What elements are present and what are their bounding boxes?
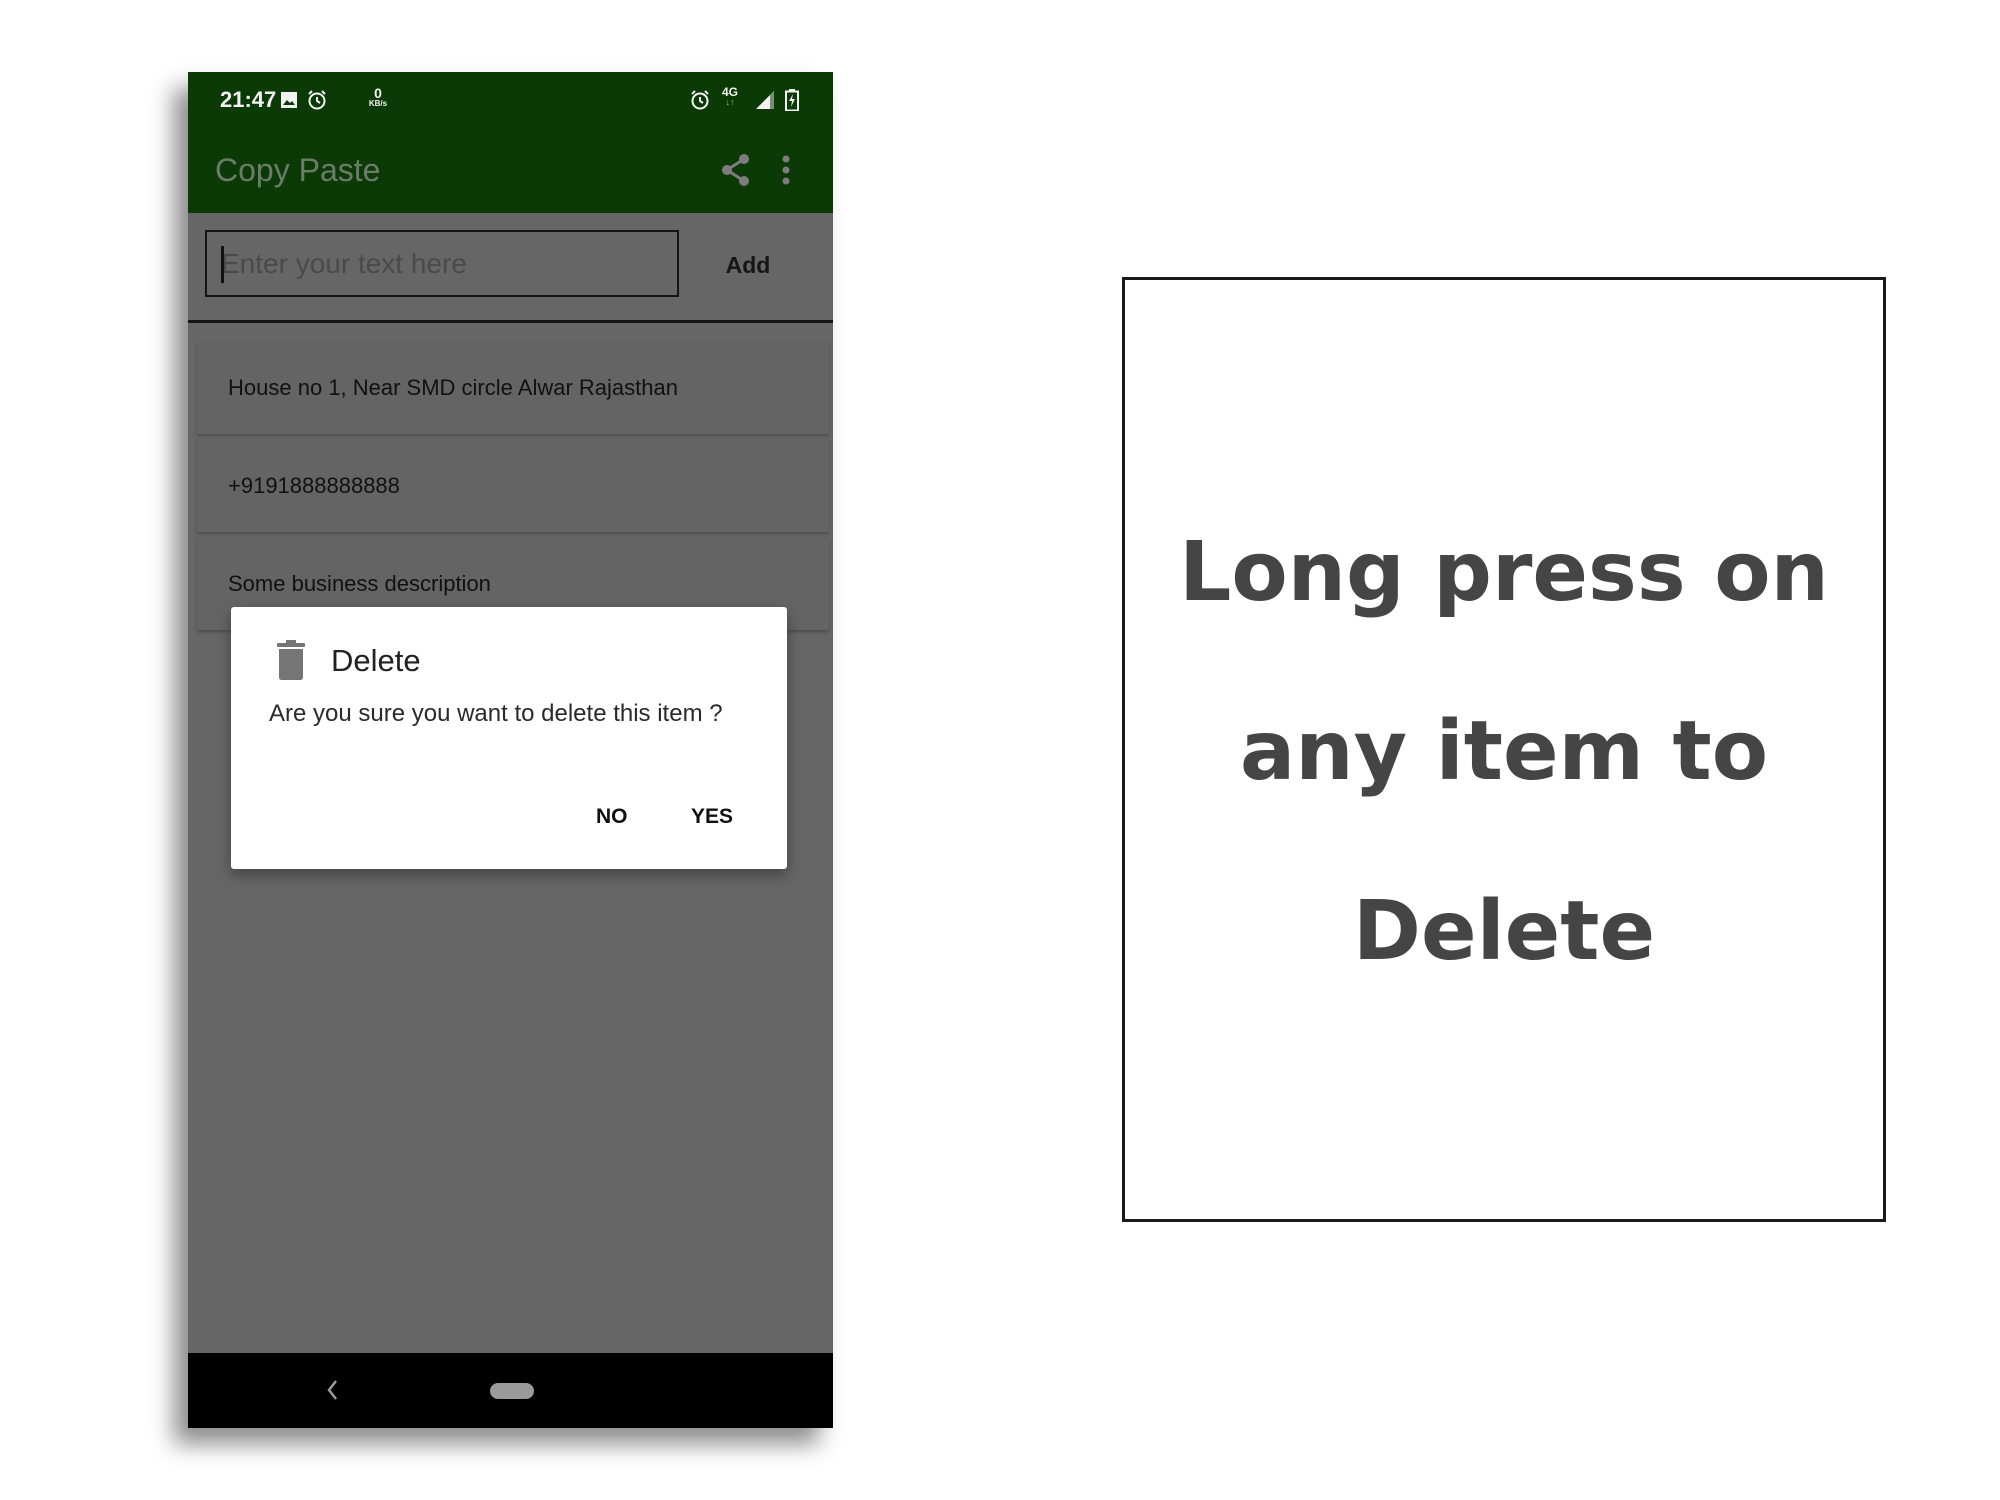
network-arrows: ↓↑ (725, 97, 735, 107)
hint-line: Delete (1352, 884, 1656, 979)
image-icon (278, 89, 300, 111)
delete-dialog: Delete Are you sure you want to delete t… (231, 607, 787, 869)
add-button[interactable]: Add (718, 245, 778, 285)
hint-line: Long press on (1179, 525, 1829, 620)
more-vert-icon[interactable] (776, 152, 796, 188)
status-time: 21:47 (220, 87, 277, 112)
battery-charging-icon (784, 89, 800, 111)
hint-line: any item to (1239, 704, 1769, 799)
share-icon[interactable] (718, 152, 754, 188)
input-row: Enter your text here Add (188, 213, 833, 323)
network-4g-icon: 4G ↓↑ (722, 86, 738, 107)
text-input-placeholder: Enter your text here (221, 247, 467, 279)
status-bar: 21:47 0 KB/s 4G ↓↑ (188, 72, 833, 128)
list-item[interactable]: +9191888888888 (197, 439, 829, 532)
signal-icon (754, 89, 776, 111)
list-item-text: House no 1, Near SMD circle Alwar Rajast… (228, 374, 678, 400)
list-item-text: Some business description (228, 570, 491, 596)
dialog-title: Delete (331, 643, 421, 678)
phone-screen: 21:47 0 KB/s 4G ↓↑ Copy Paste Enter your… (188, 72, 833, 1428)
dialog-message: Are you sure you want to delete this ite… (269, 700, 723, 727)
yes-button[interactable]: YES (691, 805, 733, 829)
no-button[interactable]: NO (596, 805, 628, 829)
net-speed-unit: KB/s (368, 99, 388, 108)
app-bar: 21:47 0 KB/s 4G ↓↑ Copy Paste (188, 72, 833, 213)
text-cursor (221, 246, 224, 283)
net-speed-value: 0 (374, 85, 382, 101)
hint-box: Long press on any item to Delete (1122, 277, 1886, 1222)
text-input[interactable]: Enter your text here (205, 230, 679, 297)
app-title: Copy Paste (215, 152, 381, 188)
net-speed: 0 KB/s (365, 86, 391, 108)
nav-bar (188, 1353, 833, 1428)
alarm-icon (688, 89, 712, 111)
alarm-icon (305, 89, 329, 111)
home-button[interactable] (490, 1383, 534, 1399)
back-icon[interactable] (324, 1377, 342, 1403)
list-item[interactable]: House no 1, Near SMD circle Alwar Rajast… (197, 341, 829, 434)
list-item-text: +9191888888888 (228, 472, 400, 498)
trash-icon (277, 640, 305, 680)
